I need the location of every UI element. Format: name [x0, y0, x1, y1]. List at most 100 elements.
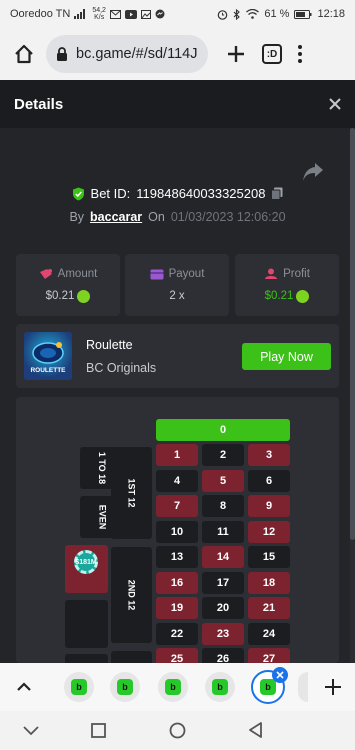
- bc-logo-icon: b: [71, 679, 87, 695]
- bet-chip: $181M: [74, 550, 98, 574]
- mail-icon: [109, 9, 121, 19]
- roulette-number-14[interactable]: 14: [202, 546, 244, 568]
- roulette-number-18[interactable]: 18: [248, 571, 290, 594]
- amount-stat: Amount $0.21: [16, 254, 120, 316]
- plus-icon[interactable]: [323, 677, 343, 697]
- roulette-number-9[interactable]: 9: [248, 495, 290, 517]
- profit-value: $0.21: [264, 290, 294, 302]
- roulette-number-25[interactable]: 25: [156, 648, 198, 663]
- bc-logo-icon: b: [260, 679, 276, 695]
- profit-stat: Profit $0.21: [235, 254, 339, 316]
- roulette-number-3[interactable]: 3: [248, 444, 290, 466]
- address-bar[interactable]: bc.game/#/sd/114J: [46, 35, 208, 73]
- lock-icon: [57, 47, 67, 61]
- messenger-icon: [155, 9, 165, 19]
- battery-icon: [294, 9, 312, 19]
- bet-datetime: 01/03/2023 12:06:20: [170, 210, 286, 224]
- home-button[interactable]: [8, 38, 40, 70]
- close-tab-button[interactable]: [272, 667, 288, 683]
- roulette-number-24[interactable]: 24: [248, 622, 290, 645]
- roulette-board: 0 1 TO 18 EVEN $181M 1ST 12 2ND 12 12345…: [16, 397, 339, 663]
- chip-amount: $181M: [75, 558, 97, 566]
- roulette-number-4[interactable]: 4: [156, 469, 198, 492]
- browser-tab[interactable]: b: [110, 672, 140, 702]
- profit-icon: [265, 268, 278, 279]
- game-provider: BC Originals: [86, 361, 157, 375]
- close-icon: [329, 97, 341, 110]
- roulette-number-11[interactable]: 11: [202, 520, 244, 543]
- roulette-number-15[interactable]: 15: [248, 546, 290, 568]
- back-icon[interactable]: [248, 722, 263, 738]
- system-nav-bar: [0, 711, 355, 750]
- url-text: bc.game/#/sd/114J: [76, 46, 198, 62]
- close-icon: [276, 671, 284, 679]
- roulette-number-2[interactable]: 2: [202, 444, 244, 466]
- bet-id-value: 119848640033325208: [136, 186, 266, 201]
- amount-label: Amount: [57, 267, 98, 280]
- game-thumb-label: ROULETTE: [30, 367, 66, 374]
- roulette-number-5[interactable]: 5: [202, 469, 244, 492]
- game-thumbnail[interactable]: ROULETTE: [24, 332, 72, 380]
- roulette-number-16[interactable]: 16: [156, 571, 198, 594]
- profit-label: Profit: [283, 267, 310, 280]
- user-link[interactable]: baccarar: [90, 210, 142, 224]
- game-card: ROULETTE Roulette BC Originals Play Now: [16, 324, 339, 388]
- roulette-number-7[interactable]: 7: [156, 495, 198, 517]
- roulette-number-17[interactable]: 17: [202, 571, 244, 594]
- amount-value: $0.21: [45, 290, 75, 302]
- roulette-number-26[interactable]: 26: [202, 648, 244, 663]
- bet-red[interactable]: $181M: [65, 545, 108, 593]
- tab-switcher-button[interactable]: :D: [262, 44, 282, 64]
- bet-3rd-12[interactable]: [111, 651, 152, 663]
- roulette-zero[interactable]: 0: [156, 419, 290, 441]
- roulette-number-13[interactable]: 13: [156, 546, 198, 568]
- bc-logo-icon: b: [165, 679, 181, 695]
- browser-tab-strip: b b b b b: [0, 663, 355, 711]
- carrier-name: Ooredoo TN: [10, 8, 71, 20]
- browser-tab[interactable]: b: [64, 672, 94, 702]
- bet-odd[interactable]: [65, 600, 108, 648]
- page-title: Details: [14, 95, 64, 113]
- play-now-button[interactable]: Play Now: [242, 343, 331, 370]
- status-bar: Ooredoo TN 54,2 K/s 61 % 12:18: [0, 0, 355, 28]
- game-name: Roulette: [86, 338, 133, 352]
- roulette-number-22[interactable]: 22: [156, 622, 198, 645]
- browser-tab[interactable]: [298, 672, 308, 702]
- home-icon: [15, 44, 33, 64]
- bet-19-to-36[interactable]: [65, 654, 108, 663]
- payout-value: 2 x: [169, 290, 185, 302]
- browser-menu-button[interactable]: [298, 45, 302, 63]
- coin-icon: [77, 289, 91, 303]
- browser-tab[interactable]: b: [158, 672, 188, 702]
- roulette-number-6[interactable]: 6: [248, 469, 290, 492]
- bet-id-label: Bet ID:: [90, 186, 131, 201]
- bet-2nd-12[interactable]: 2ND 12: [111, 547, 152, 643]
- browser-tab[interactable]: b: [205, 672, 235, 702]
- roulette-number-8[interactable]: 8: [202, 495, 244, 517]
- close-button[interactable]: [329, 94, 341, 115]
- roulette-number-23[interactable]: 23: [202, 622, 244, 645]
- wallet-icon: [150, 269, 164, 279]
- bet-1st-12[interactable]: 1ST 12: [111, 447, 152, 539]
- share-icon[interactable]: [302, 162, 324, 182]
- verified-shield-icon: [72, 187, 84, 200]
- payout-stat: Payout 2 x: [125, 254, 229, 316]
- copy-icon[interactable]: [271, 187, 283, 200]
- roulette-number-12[interactable]: 12: [248, 520, 290, 543]
- home-circle-icon[interactable]: [169, 722, 186, 739]
- roulette-number-21[interactable]: 21: [248, 597, 290, 619]
- bc-logo-icon: b: [212, 679, 228, 695]
- nav-down-icon[interactable]: [23, 726, 39, 736]
- on-label: On: [148, 210, 165, 224]
- new-tab-button[interactable]: [222, 40, 250, 68]
- roulette-number-19[interactable]: 19: [156, 597, 198, 619]
- chevron-up-icon[interactable]: [14, 677, 34, 697]
- coin-icon: [296, 289, 310, 303]
- recent-apps-icon[interactable]: [91, 723, 106, 738]
- bluetooth-icon: [234, 8, 241, 20]
- roulette-number-10[interactable]: 10: [156, 520, 198, 543]
- roulette-number-27[interactable]: 27: [248, 648, 290, 663]
- roulette-number-20[interactable]: 20: [202, 597, 244, 619]
- roulette-number-1[interactable]: 1: [156, 444, 198, 466]
- signal-icon: [74, 9, 86, 19]
